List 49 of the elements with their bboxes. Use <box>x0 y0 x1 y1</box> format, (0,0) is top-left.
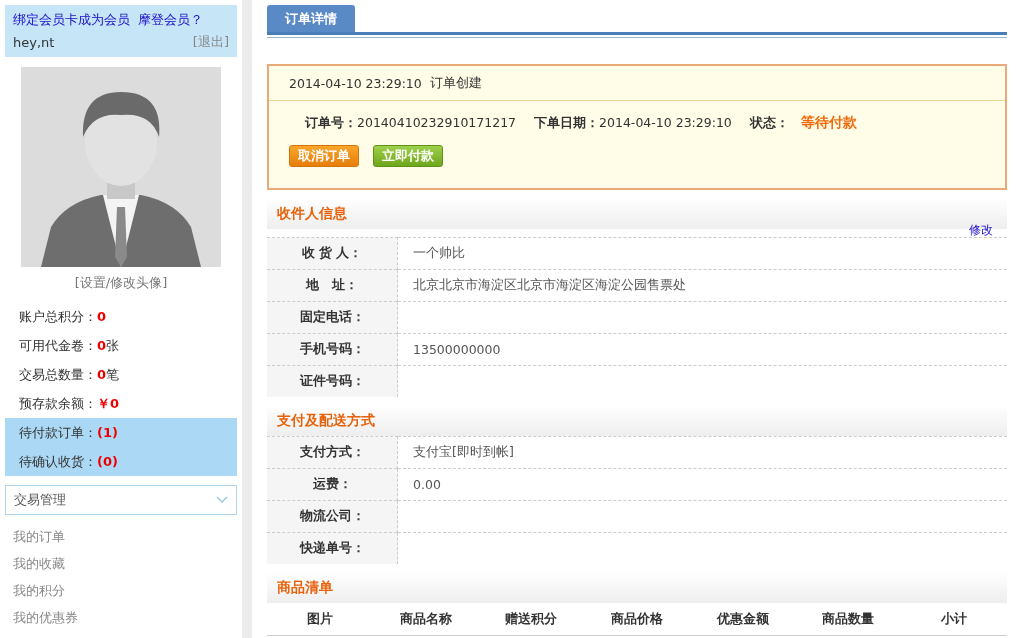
stat-row[interactable]: 待付款订单：(1) <box>5 418 237 447</box>
tab[interactable]: 订单详情 <box>267 5 355 32</box>
field-value: 一个帅比 <box>413 245 465 260</box>
column-header: 优惠金额 <box>715 610 770 628</box>
menu-item[interactable]: 我的优惠券 <box>0 604 78 631</box>
status-label: 状态： <box>749 114 789 132</box>
menu-header[interactable]: 交易管理 <box>5 485 237 515</box>
column-header: 商品名称 <box>398 610 453 628</box>
username: hey,nt <box>13 34 55 50</box>
pay-button[interactable]: 立即付款 <box>373 145 443 167</box>
field-label: 支付方式： <box>267 436 398 469</box>
column-header: 图片 <box>305 610 334 628</box>
field-label: 收 货 人： <box>267 237 398 270</box>
field-value: 0.00 <box>413 477 441 492</box>
column-header: 小计 <box>940 610 969 628</box>
chevron-icon <box>216 496 228 504</box>
log-time: 2014-04-10 23:29:10 <box>289 75 422 91</box>
member-link[interactable]: 绑定会员卡成为会员 <box>13 11 130 29</box>
stat-text: 待确认收货：(0) <box>19 452 118 471</box>
field-value: 13500000000 <box>413 342 501 357</box>
avatar-caption[interactable]: [设置/修改头像] <box>74 275 168 290</box>
stat-text: 待付款订单：(1) <box>19 423 118 442</box>
column-header: 商品价格 <box>610 610 664 628</box>
field-label: 地 址： <box>267 269 398 302</box>
menu-item[interactable]: 我的收藏 <box>0 550 65 577</box>
stat-row[interactable]: 待确认收货：(0) <box>5 447 237 476</box>
field-label: 固定电话： <box>267 301 398 334</box>
stat-text: 交易总数量：0笔 <box>19 365 120 384</box>
order-status: 等待付款 <box>800 114 857 132</box>
order-field: 订单号：20140410232910171217 <box>305 114 517 132</box>
field-label: 运费： <box>267 468 398 501</box>
field-label: 物流公司： <box>267 500 398 533</box>
log-event: 订单创建 <box>429 74 482 92</box>
column-header: 商品数量 <box>821 610 876 628</box>
field-label: 快递单号： <box>267 532 398 564</box>
menu-item[interactable]: 我的积分 <box>0 577 65 604</box>
order-field: 下单日期：2014-04-10 23:29:10 <box>534 114 732 132</box>
menu-item[interactable]: 我的订单 <box>0 523 65 550</box>
cancel-button[interactable]: 取消订单 <box>289 145 359 167</box>
field-label: 证件号码： <box>267 365 398 397</box>
stat-text: 预存款余额：￥0 <box>19 394 120 413</box>
stat-text: 账户总积分：0 <box>19 307 107 326</box>
field-label: 手机号码： <box>267 333 398 366</box>
member-link[interactable]: 摩登会员？ <box>138 11 203 29</box>
stat-text: 可用代金卷：0张 <box>19 336 120 355</box>
field-value: 北京北京市海淀区北京市海淀区海淀公园售票处 <box>413 277 686 292</box>
logout-link[interactable]: [退出] <box>192 33 229 51</box>
field-value: 支付宝[即时到帐] <box>413 444 514 459</box>
column-header: 赠送积分 <box>504 610 559 628</box>
